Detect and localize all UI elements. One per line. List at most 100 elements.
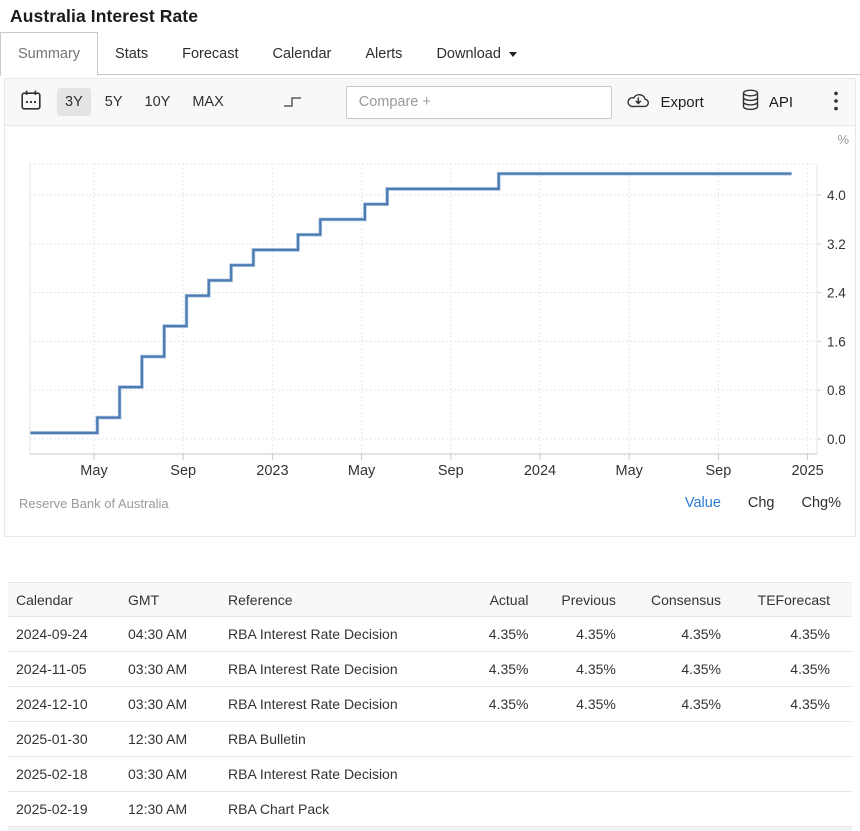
column-header-gmt: GMT: [120, 583, 220, 617]
cell-reference: RBA Bulletin: [220, 722, 472, 757]
tab-alerts[interactable]: Alerts: [348, 32, 419, 76]
table-row[interactable]: 2025-02-1803:30 AMRBA Interest Rate Deci…: [8, 757, 852, 792]
tab-download[interactable]: Download: [419, 32, 534, 76]
series-mode-value[interactable]: Value: [685, 495, 721, 511]
cell-gmt: 12:30 AM: [120, 722, 220, 757]
calendar-icon: [19, 89, 43, 115]
cell-consensus: 4.35%: [630, 652, 735, 687]
cell-date: 2024-09-24: [8, 617, 120, 652]
tabbar: Summary Stats Forecast Calendar Alerts Downlo…: [0, 32, 860, 75]
table-row[interactable]: 2025-02-1912:30 AMRBA Chart Pack: [8, 792, 852, 827]
cell-previous: [543, 792, 630, 827]
cell-reference: RBA Interest Rate Decision: [220, 687, 472, 722]
series-mode-chgpct[interactable]: Chg%: [802, 495, 842, 511]
series-mode-chg[interactable]: Chg: [748, 495, 775, 511]
chevron-down-icon: [509, 52, 517, 57]
cell-date: 2025-02-19: [8, 792, 120, 827]
y-axis-label: 0.0: [827, 432, 846, 447]
cell-consensus: [630, 792, 735, 827]
tab-label: Calendar: [273, 46, 332, 62]
y-axis-label: 0.8: [827, 383, 846, 398]
compare-input[interactable]: [346, 86, 612, 119]
y-axis-unit-label: %: [837, 132, 849, 147]
column-header-consensus: Consensus: [630, 583, 735, 617]
cell-actual: [472, 722, 543, 757]
table-row[interactable]: 2024-12-1003:30 AMRBA Interest Rate Deci…: [8, 687, 852, 722]
column-header-actual: Actual: [472, 583, 543, 617]
chart-svg: 0.00.81.62.43.24.0MaySep2023MaySep2024Ma…: [5, 126, 855, 478]
cell-gmt: 04:30 AM: [120, 617, 220, 652]
x-axis-label: 2023: [256, 463, 288, 478]
export-label: Export: [660, 94, 703, 111]
table-row[interactable]: 2024-11-0503:30 AMRBA Interest Rate Deci…: [8, 652, 852, 687]
x-axis-label: Sep: [438, 463, 464, 478]
tab-label: Stats: [115, 46, 148, 62]
page-header: Australia Interest Rate: [0, 0, 860, 29]
tab-label: Alerts: [365, 46, 402, 62]
rate-step-chart[interactable]: 0.00.81.62.43.24.0MaySep2023MaySep2024Ma…: [5, 126, 855, 478]
x-axis-label: May: [615, 463, 643, 478]
cloud-download-icon: [625, 90, 652, 114]
range-button-3y[interactable]: 3Y: [57, 88, 91, 116]
cell-consensus: 4.35%: [630, 617, 735, 652]
range-button-max[interactable]: MAX: [184, 88, 231, 116]
cell-actual: [472, 792, 543, 827]
column-header-teforecast: TEForecast: [735, 583, 852, 617]
cell-consensus: [630, 757, 735, 792]
tab-label: Forecast: [182, 46, 238, 62]
cell-teforecast: [735, 722, 852, 757]
series-line-halo: [30, 174, 791, 433]
cell-consensus: 4.35%: [630, 687, 735, 722]
tab-forecast[interactable]: Forecast: [165, 32, 255, 76]
cell-date: 2025-02-18: [8, 757, 120, 792]
series-mode-links: Value Chg Chg%: [685, 495, 841, 511]
table-row[interactable]: 2024-09-2404:30 AMRBA Interest Rate Deci…: [8, 617, 852, 652]
y-axis-label: 3.2: [827, 237, 846, 252]
cell-gmt: 03:30 AM: [120, 652, 220, 687]
export-button[interactable]: Export: [625, 90, 703, 114]
x-axis-label: Sep: [170, 463, 196, 478]
cell-teforecast: 4.35%: [735, 687, 852, 722]
chart-menu-button[interactable]: [831, 88, 841, 117]
cell-teforecast: 4.35%: [735, 617, 852, 652]
chart-card: 3Y5Y10YMAX Export: [4, 78, 856, 537]
cell-reference: RBA Interest Rate Decision: [220, 652, 472, 687]
range-button-5y[interactable]: 5Y: [97, 88, 131, 116]
column-header-previous: Previous: [543, 583, 630, 617]
cell-actual: [472, 757, 543, 792]
cell-reference: RBA Interest Rate Decision: [220, 617, 472, 652]
tab-calendar[interactable]: Calendar: [256, 32, 349, 76]
range-button-10y[interactable]: 10Y: [137, 88, 179, 116]
tab-summary[interactable]: Summary: [0, 32, 98, 76]
cell-teforecast: 4.35%: [735, 652, 852, 687]
api-label: API: [769, 94, 793, 111]
column-header-calendar: Calendar: [8, 583, 120, 617]
column-header-reference: Reference: [220, 583, 472, 617]
cell-gmt: 03:30 AM: [120, 687, 220, 722]
cell-consensus: [630, 722, 735, 757]
cell-previous: [543, 722, 630, 757]
calendar-table-section: CalendarGMTReferenceActualPreviousConsen…: [8, 582, 852, 831]
cell-teforecast: [735, 757, 852, 792]
calendar-table-header-row: CalendarGMTReferenceActualPreviousConsen…: [8, 583, 852, 617]
kebab-menu-icon: [833, 90, 839, 115]
database-icon: [740, 88, 761, 116]
chart-toolbar: 3Y5Y10YMAX Export: [5, 79, 855, 126]
step-line-icon: [282, 93, 304, 112]
cell-previous: 4.35%: [543, 687, 630, 722]
cell-previous: 4.35%: [543, 652, 630, 687]
chart-source: Reserve Bank of Australia: [19, 496, 169, 511]
cell-reference: RBA Chart Pack: [220, 792, 472, 827]
cell-reference: RBA Interest Rate Decision: [220, 757, 472, 792]
calendar-table: CalendarGMTReferenceActualPreviousConsen…: [8, 582, 852, 831]
cell-actual: 4.35%: [472, 687, 543, 722]
api-button[interactable]: API: [740, 88, 793, 116]
tab-stats[interactable]: Stats: [98, 32, 165, 76]
chart-type-button[interactable]: [280, 91, 306, 114]
table-row[interactable]: 2025-01-3012:30 AMRBA Bulletin: [8, 722, 852, 757]
x-axis-label: 2024: [524, 463, 556, 478]
x-axis-label: Sep: [705, 463, 731, 478]
cell-date: 2024-12-10: [8, 687, 120, 722]
cell-gmt: 03:30 AM: [120, 757, 220, 792]
calendar-range-button[interactable]: [17, 87, 45, 117]
